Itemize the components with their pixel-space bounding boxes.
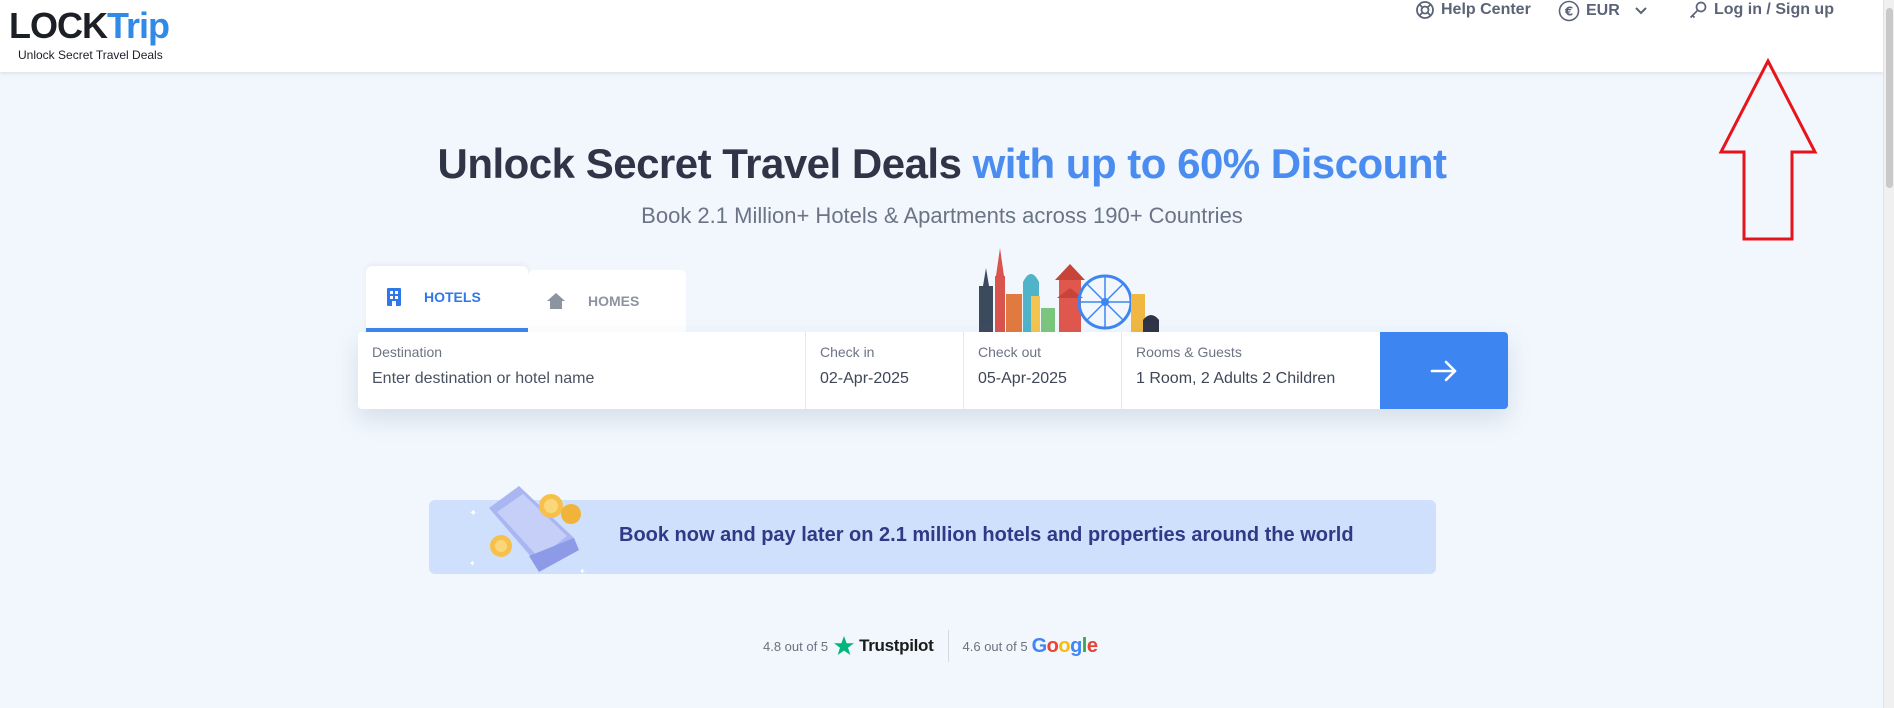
destination-input[interactable]: Enter destination or hotel name xyxy=(372,370,791,388)
pay-later-text: Book now and pay later on 2.1 million ho… xyxy=(619,524,1354,546)
euro-icon: € xyxy=(1558,0,1580,22)
check-out-field[interactable]: Check out 05-Apr-2025 xyxy=(964,332,1122,409)
tab-homes[interactable]: HOMES xyxy=(528,270,686,332)
locktrip-logo[interactable]: LOCKTrip Unlock Secret Travel Deals xyxy=(9,5,170,63)
check-out-value: 05-Apr-2025 xyxy=(978,370,1067,387)
trustpilot-score: 4.8 out of 5 xyxy=(763,638,829,654)
help-center-link[interactable]: Help Center xyxy=(1415,0,1531,20)
svg-text:✦: ✦ xyxy=(469,559,476,568)
check-in-value: 02-Apr-2025 xyxy=(820,370,909,387)
scrollbar-thumb[interactable] xyxy=(1886,8,1893,188)
destination-label: Destination xyxy=(372,344,443,360)
login-signup-link[interactable]: Log in / Sign up xyxy=(1688,0,1834,20)
ratings-divider xyxy=(947,630,949,662)
destination-field[interactable]: Destination Enter destination or hotel n… xyxy=(358,332,806,409)
login-signup-label: Log in / Sign up xyxy=(1714,1,1834,18)
site-header: LOCKTrip Unlock Secret Travel Deals Help… xyxy=(0,0,1884,72)
rooms-guests-value: 1 Room, 2 Adults 2 Children xyxy=(1136,370,1336,387)
tab-hotels[interactable]: HOTELS xyxy=(366,266,528,332)
chevron-down-icon xyxy=(1635,7,1647,15)
trustpilot-star-icon xyxy=(834,636,855,655)
tab-homes-label: HOMES xyxy=(588,293,640,309)
help-center-label: Help Center xyxy=(1441,1,1531,18)
lifebuoy-icon xyxy=(1416,1,1434,19)
city-skyline-illustration xyxy=(979,248,1159,334)
search-button[interactable] xyxy=(1380,332,1508,409)
hero-title: Unlock Secret Travel Deals with up to 60… xyxy=(0,140,1884,188)
currency-label: EUR xyxy=(1586,2,1620,19)
svg-text:✦: ✦ xyxy=(579,567,586,576)
coins-ticket-illustration: ✦ ✦ ✦ xyxy=(469,486,586,576)
check-out-label: Check out xyxy=(978,344,1042,360)
rooms-guests-label: Rooms & Guests xyxy=(1136,344,1242,360)
page-scrollbar[interactable] xyxy=(1883,0,1894,708)
check-in-field[interactable]: Check in 02-Apr-2025 xyxy=(806,332,964,409)
rooms-guests-field[interactable]: Rooms & Guests 1 Room, 2 Adults 2 Childr… xyxy=(1122,332,1380,409)
logo-wordmark: LOCKTrip xyxy=(9,5,170,46)
google-score: 4.6 out of 5 xyxy=(962,638,1028,654)
key-icon xyxy=(1689,1,1707,19)
logo-tagline: Unlock Secret Travel Deals xyxy=(18,48,163,62)
hero-title-main: Unlock Secret Travel Deals xyxy=(437,140,962,187)
pay-later-banner[interactable]: ✦ ✦ ✦ Book now and pay later on 2.1 mill… xyxy=(429,486,1436,576)
ratings-row: 4.8 out of 5 Trustpilot 4.6 out of 5 Goo… xyxy=(763,630,1098,662)
tab-hotels-label: HOTELS xyxy=(424,289,481,305)
trustpilot-logo[interactable]: Trustpilot xyxy=(859,636,934,656)
svg-text:✦: ✦ xyxy=(469,508,477,519)
check-in-label: Check in xyxy=(820,344,875,360)
search-bar: Destination Enter destination or hotel n… xyxy=(358,332,1508,409)
svg-text:€: € xyxy=(1564,5,1573,19)
google-logo[interactable]: Google xyxy=(1032,635,1098,658)
currency-selector[interactable]: € EUR xyxy=(1558,0,1648,22)
hero-title-accent: with up to 60% Discount xyxy=(972,140,1447,187)
hero-subtitle: Book 2.1 Million+ Hotels & Apartments ac… xyxy=(641,203,1243,228)
building-icon xyxy=(387,288,401,306)
home-icon xyxy=(547,293,565,309)
arrow-right-icon xyxy=(1430,360,1457,381)
